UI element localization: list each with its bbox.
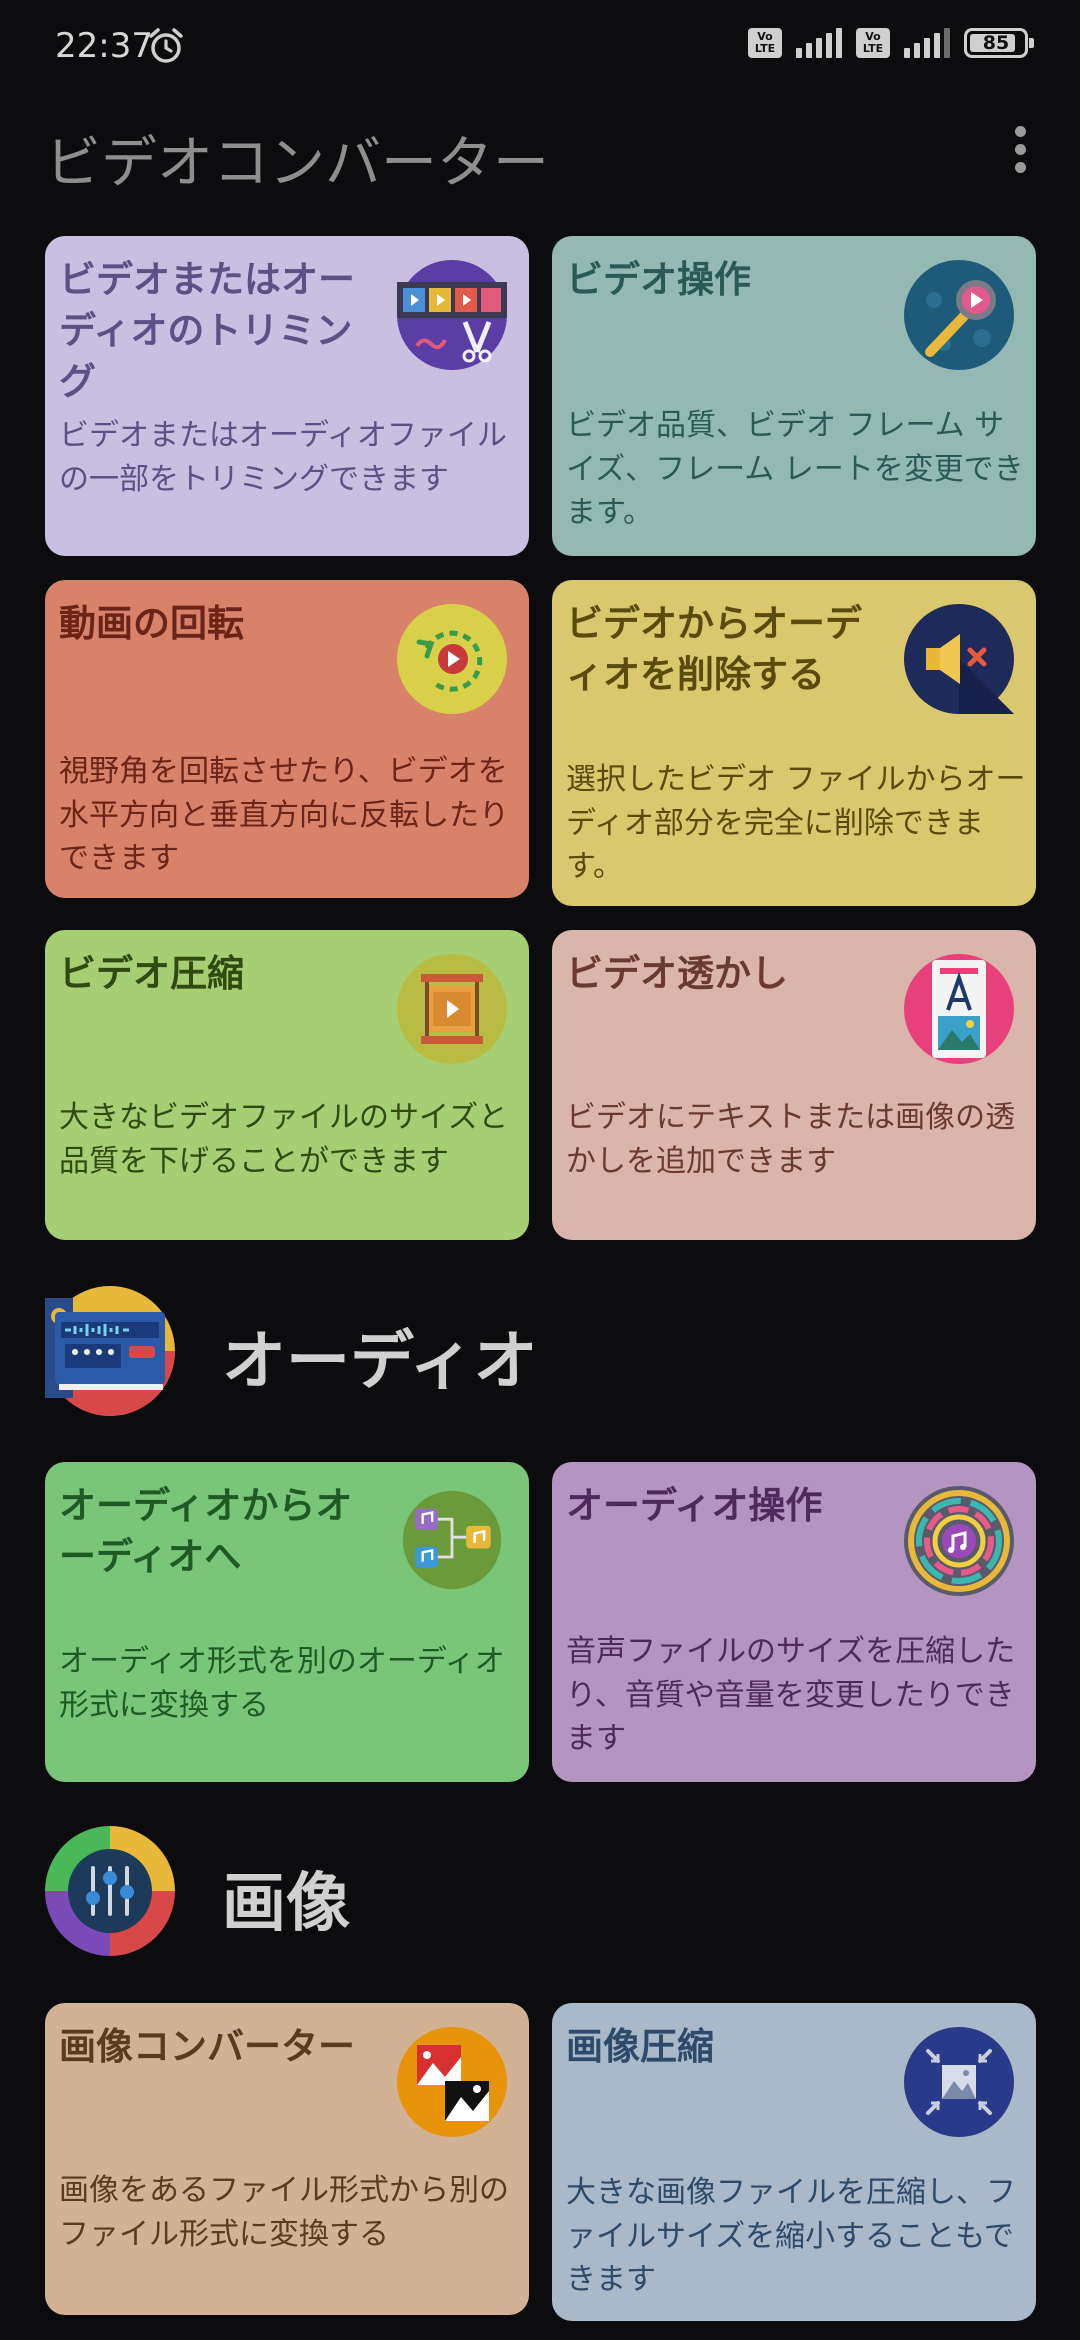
mute-speaker-icon: [904, 604, 1014, 714]
audio-panel-icon: [45, 1286, 175, 1416]
card-video-compress[interactable]: ビデオ圧縮 大きなビデオファイルのサイズと品質を下げることができます: [45, 930, 529, 1240]
more-options-icon[interactable]: [1000, 126, 1040, 182]
watermark-document-icon: [904, 954, 1014, 1064]
status-right: Vo LTE Vo LTE 85: [748, 28, 1034, 58]
image-compress-icon: [904, 2027, 1014, 2137]
card-title: 画像圧縮: [566, 2025, 714, 2068]
battery-icon: 85: [964, 28, 1034, 58]
card-title: ビデオ操作: [566, 258, 751, 301]
card-trim[interactable]: ビデオまたはオーディオのトリミング ビデオまたはオーディオファイルの一部をトリミ…: [45, 236, 529, 556]
card-audio-to-audio[interactable]: オーディオからオーディオへ オーディオ形式を別のオーディオ形式に変換する: [45, 1462, 529, 1782]
app-title: ビデオコンバーター: [45, 131, 549, 196]
card-rotate-video[interactable]: 動画の回転 視野角を回転させたり、ビデオを水平方向と垂直方向に反転したりできます: [45, 580, 529, 898]
card-title: オーディオからオーディオへ: [59, 1484, 353, 1579]
card-description: オーディオ形式を別のオーディオ形式に変換する: [59, 1644, 505, 1723]
card-video-manipulation[interactable]: ビデオ操作 ビデオ品質、ビデオ フレーム サイズ、フレーム レートを変更できます…: [552, 236, 1036, 556]
card-title: 画像コンバーター: [59, 2025, 355, 2068]
section-title-audio: オーディオ: [222, 1325, 538, 1399]
signal-strength-icon-2: [904, 28, 950, 58]
card-image-compress[interactable]: 画像圧縮 大きな画像ファイルを圧縮し、ファイルサイズを縮小することもできます: [552, 2003, 1036, 2321]
card-description: ビデオにテキストまたは画像の透かしを追加できます: [566, 1100, 1016, 1179]
card-description: ビデオ品質、ビデオ フレーム サイズ、フレーム レートを変更できます。: [566, 408, 1024, 530]
alarm-clock-icon: [149, 28, 183, 63]
status-bar: 22:37 Vo LTE Vo LTE 85: [0, 0, 1080, 96]
image-convert-icon: [397, 2027, 507, 2137]
video-tool-icon: [904, 260, 1014, 370]
card-remove-audio[interactable]: ビデオからオーディオを削除する 選択したビデオ ファイルからオーディオ部分を完全…: [552, 580, 1036, 906]
volte-badge: Vo LTE: [748, 28, 782, 58]
card-title: 動画の回転: [59, 602, 244, 645]
video-compress-icon: [397, 954, 507, 1064]
card-description: 画像をあるファイル形式から別のファイル形式に変換する: [59, 2173, 509, 2252]
status-time: 22:37: [55, 26, 153, 66]
equalizer-icon: [45, 1826, 175, 1956]
card-description: 大きな画像ファイルを圧縮し、ファイルサイズを縮小することもできます: [566, 2175, 1016, 2297]
card-title: ビデオ圧縮: [59, 952, 244, 995]
card-audio-manipulation[interactable]: オーディオ操作 音声ファイルのサイズを圧縮したり、音質や音量を変更したりできます: [552, 1462, 1036, 1782]
card-title: オーディオ操作: [566, 1484, 823, 1527]
card-title: ビデオからオーディオを削除する: [566, 602, 862, 697]
signal-strength-icon: [796, 28, 842, 58]
card-image-converter[interactable]: 画像コンバーター 画像をあるファイル形式から別のファイル形式に変換する: [45, 2003, 529, 2315]
section-title-image: 画像: [222, 1867, 350, 1941]
volte-badge-2: Vo LTE: [856, 28, 890, 58]
film-scissors-icon: [397, 260, 507, 370]
card-title: ビデオまたはオーディオのトリミング: [59, 258, 355, 404]
music-convert-icon: [402, 1490, 502, 1590]
card-title: ビデオ透かし: [566, 952, 788, 995]
music-disc-icon: [904, 1486, 1014, 1596]
card-video-watermark[interactable]: ビデオ透かし ビデオにテキストまたは画像の透かしを追加できます: [552, 930, 1036, 1240]
card-description: 選択したビデオ ファイルからオーディオ部分を完全に削除できます。: [566, 762, 1026, 884]
card-description: ビデオまたはオーディオファイルの一部をトリミングできます: [59, 418, 507, 497]
battery-level: 85: [982, 32, 1010, 54]
card-description: 大きなビデオファイルのサイズと品質を下げることができます: [59, 1100, 509, 1179]
card-description: 視野角を回転させたり、ビデオを水平方向と垂直方向に反転したりできます: [59, 754, 509, 876]
rotate-video-icon: [397, 604, 507, 714]
card-description: 音声ファイルのサイズを圧縮したり、音質や音量を変更したりできます: [566, 1634, 1016, 1756]
